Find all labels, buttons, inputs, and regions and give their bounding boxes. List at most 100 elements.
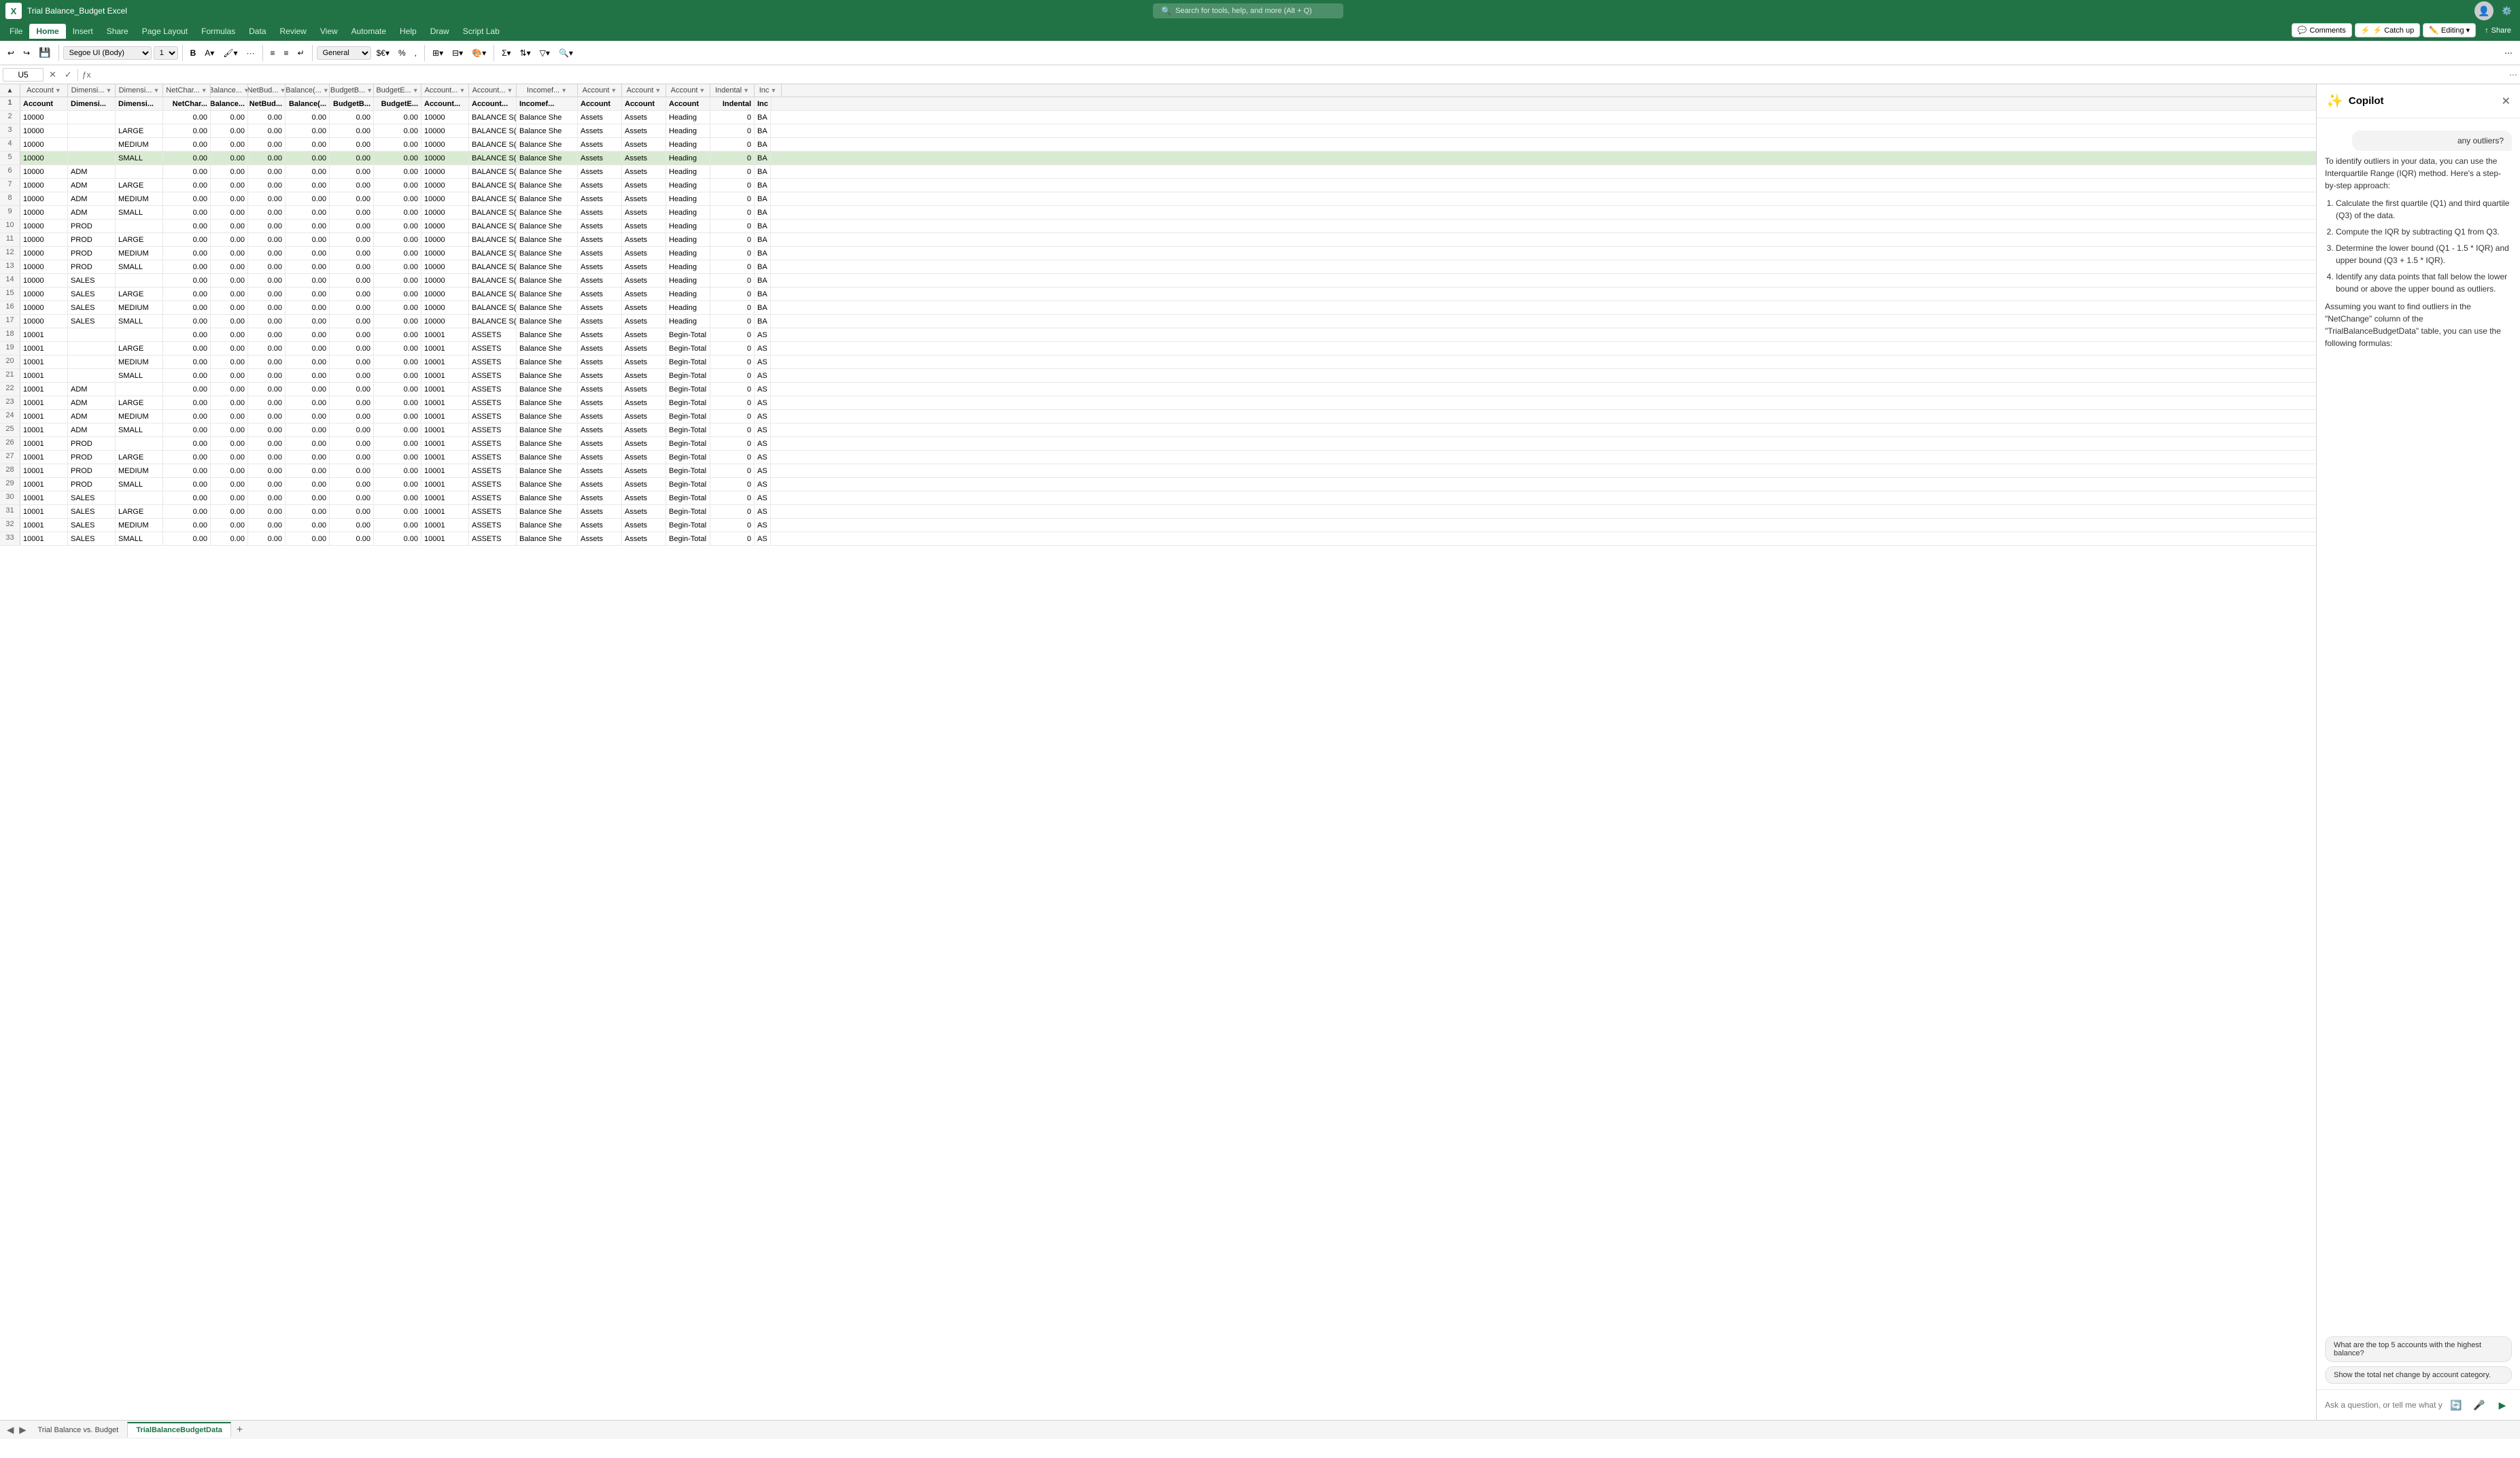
table-cell[interactable]: 0.00 — [211, 301, 248, 314]
table-cell[interactable]: 0.00 — [286, 206, 330, 219]
wrap-text-button[interactable]: ↵ — [294, 46, 308, 60]
table-cell[interactable]: 0.00 — [163, 206, 211, 219]
table-cell[interactable]: BALANCE S( — [469, 274, 517, 287]
table-cell[interactable]: 0.00 — [286, 315, 330, 328]
table-cell[interactable]: Assets — [578, 206, 622, 219]
table-cell[interactable]: 0 — [710, 315, 755, 328]
table-cell[interactable]: Account... — [469, 97, 517, 110]
table-cell[interactable]: ADM — [68, 396, 116, 409]
table-cell[interactable]: SALES — [68, 491, 116, 504]
table-cell[interactable]: MEDIUM — [116, 138, 163, 151]
table-cell[interactable]: 0.00 — [163, 247, 211, 260]
table-cell[interactable]: 0.00 — [211, 260, 248, 273]
table-cell[interactable]: 10001 — [421, 505, 469, 518]
table-cell[interactable]: BudgetE... — [374, 97, 421, 110]
table-cell[interactable]: MEDIUM — [116, 192, 163, 205]
table-cell[interactable]: 0 — [710, 328, 755, 341]
table-cell[interactable]: 0.00 — [248, 260, 286, 273]
table-cell[interactable]: 10001 — [421, 410, 469, 423]
tab-review[interactable]: Review — [273, 24, 313, 39]
tab-file[interactable]: File — [3, 24, 29, 39]
table-cell[interactable]: Assets — [622, 206, 666, 219]
table-cell[interactable] — [116, 165, 163, 178]
table-cell[interactable] — [116, 220, 163, 232]
table-cell[interactable]: 0.00 — [286, 519, 330, 532]
table-cell[interactable]: Balance She — [517, 464, 578, 477]
table-row[interactable]: 610000ADM0.000.000.000.000.000.0010000BA… — [0, 165, 2316, 179]
table-cell[interactable]: 0 — [710, 138, 755, 151]
sheet-nav-next[interactable]: ▶ — [16, 1423, 29, 1437]
table-cell[interactable]: BALANCE S( — [469, 220, 517, 232]
table-cell[interactable]: 10001 — [20, 464, 68, 477]
table-cell[interactable]: Balance She — [517, 355, 578, 368]
table-cell[interactable]: Begin-Total — [666, 505, 710, 518]
table-cell[interactable]: 10000 — [20, 274, 68, 287]
table-cell[interactable]: 10000 — [20, 111, 68, 124]
table-cell[interactable]: 10001 — [421, 328, 469, 341]
table-cell[interactable]: Begin-Total — [666, 451, 710, 464]
col-header-m[interactable]: Account▼ — [578, 84, 622, 97]
table-cell[interactable]: MEDIUM — [116, 301, 163, 314]
table-cell[interactable]: Assets — [578, 233, 622, 246]
table-cell[interactable]: AS — [755, 410, 771, 423]
table-cell[interactable]: Assets — [578, 451, 622, 464]
table-cell[interactable]: BALANCE S( — [469, 288, 517, 300]
table-row[interactable]: 1910001LARGE0.000.000.000.000.000.001000… — [0, 342, 2316, 355]
table-cell[interactable]: 0.00 — [286, 165, 330, 178]
table-cell[interactable]: Heading — [666, 260, 710, 273]
table-cell[interactable]: 0.00 — [330, 491, 374, 504]
formula-input[interactable] — [98, 69, 2507, 81]
table-cell[interactable]: 0.00 — [248, 124, 286, 137]
table-cell[interactable]: Account — [622, 97, 666, 110]
table-cell[interactable]: 0 — [710, 288, 755, 300]
tab-draw[interactable]: Draw — [424, 24, 456, 39]
tab-view[interactable]: View — [313, 24, 345, 39]
table-cell[interactable]: 0.00 — [286, 464, 330, 477]
col-header-q[interactable]: Inc▼ — [755, 84, 782, 97]
table-cell[interactable] — [116, 383, 163, 396]
table-cell[interactable]: 0.00 — [374, 274, 421, 287]
table-cell[interactable]: Assets — [578, 369, 622, 382]
table-cell[interactable]: 10001 — [421, 383, 469, 396]
table-cell[interactable]: 0.00 — [211, 437, 248, 450]
table-cell[interactable]: 10001 — [421, 342, 469, 355]
table-cell[interactable]: Balance She — [517, 152, 578, 164]
table-cell[interactable]: 0.00 — [211, 451, 248, 464]
table-cell[interactable]: 0.00 — [211, 519, 248, 532]
table-row[interactable]: 1410000SALES0.000.000.000.000.000.001000… — [0, 274, 2316, 288]
table-cell[interactable]: AS — [755, 464, 771, 477]
table-cell[interactable]: BA — [755, 315, 771, 328]
table-cell[interactable]: 0 — [710, 383, 755, 396]
table-cell[interactable]: 0.00 — [286, 260, 330, 273]
table-cell[interactable]: Assets — [622, 328, 666, 341]
table-cell[interactable]: 0.00 — [211, 192, 248, 205]
table-cell[interactable]: Begin-Total — [666, 532, 710, 545]
col-header-h[interactable]: BudgetB...▼ — [330, 84, 374, 97]
table-cell[interactable]: 0.00 — [163, 396, 211, 409]
table-cell[interactable]: BALANCE S( — [469, 138, 517, 151]
table-cell[interactable]: Assets — [622, 138, 666, 151]
table-cell[interactable]: Assets — [578, 383, 622, 396]
tab-insert[interactable]: Insert — [66, 24, 100, 39]
font-family-select[interactable]: Segoe UI (Body) — [63, 46, 152, 60]
table-cell[interactable]: 10000 — [421, 124, 469, 137]
table-cell[interactable]: LARGE — [116, 179, 163, 192]
table-cell[interactable]: SMALL — [116, 260, 163, 273]
table-cell[interactable]: 0.00 — [211, 342, 248, 355]
table-cell[interactable]: AS — [755, 478, 771, 491]
table-cell[interactable]: 10000 — [421, 288, 469, 300]
table-cell[interactable]: ASSETS — [469, 328, 517, 341]
table-cell[interactable]: Assets — [622, 369, 666, 382]
table-cell[interactable]: Assets — [578, 396, 622, 409]
table-cell[interactable]: Inc — [755, 97, 772, 110]
formula-confirm-icon[interactable]: ✓ — [62, 68, 75, 82]
suggestion-1-button[interactable]: What are the top 5 accounts with the hig… — [2325, 1336, 2512, 1362]
table-cell[interactable]: Assets — [578, 328, 622, 341]
table-cell[interactable]: 0.00 — [330, 328, 374, 341]
tab-automate[interactable]: Automate — [345, 24, 393, 39]
table-cell[interactable]: SMALL — [116, 315, 163, 328]
table-cell[interactable]: 10000 — [20, 288, 68, 300]
table-cell[interactable]: 0.00 — [248, 355, 286, 368]
tab-help[interactable]: Help — [393, 24, 424, 39]
table-cell[interactable]: 0.00 — [248, 233, 286, 246]
